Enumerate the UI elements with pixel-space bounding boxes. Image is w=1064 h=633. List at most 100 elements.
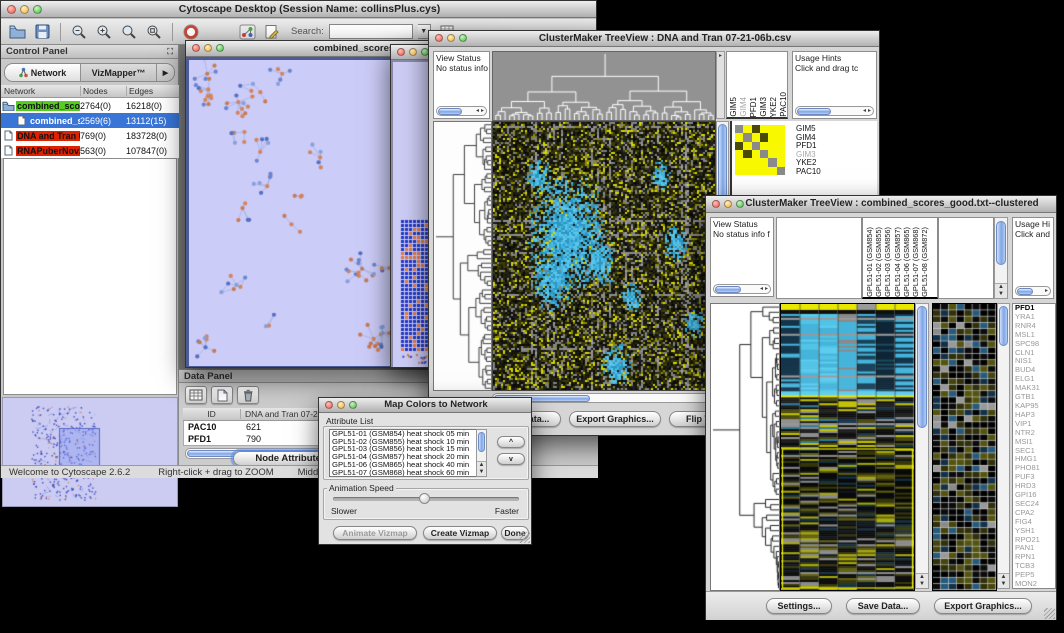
gene-label[interactable]: SEC24: [1015, 500, 1055, 509]
gene-label[interactable]: BUD4: [1015, 366, 1055, 375]
scroll-up-icon[interactable]: ▲: [995, 284, 1007, 291]
search-input[interactable]: [329, 24, 413, 39]
network-list-row[interactable]: combined_sco 2569(6) 13112(15): [1, 113, 179, 128]
gene-label[interactable]: YRA1: [1015, 313, 1055, 322]
close-button[interactable]: [192, 44, 200, 52]
gene-label[interactable]: YSH1: [1015, 527, 1055, 536]
export-graphics-button[interactable]: Export Graphics...: [934, 598, 1032, 614]
usage-hints-scrollbar[interactable]: ▸: [1015, 286, 1051, 296]
resize-grip[interactable]: [519, 532, 530, 543]
gene-label[interactable]: CLN1: [1015, 349, 1055, 358]
gene-label[interactable]: SPC98: [1015, 340, 1055, 349]
attribute-list-item[interactable]: GPL51-01 (GSM854) heat shock 05 min: [330, 430, 486, 438]
scroll-down-icon[interactable]: ▼: [916, 581, 928, 588]
close-button[interactable]: [7, 5, 16, 14]
combined-column-label[interactable]: GPL51-04 (GSM857): [893, 227, 902, 297]
zoom-button[interactable]: [216, 44, 224, 52]
scroll-down-icon[interactable]: ▼: [998, 581, 1009, 588]
minimize-button[interactable]: [409, 48, 417, 56]
zoom-fit-icon[interactable]: [144, 22, 164, 42]
dna-mini-heatmap[interactable]: [735, 125, 785, 175]
scroll-up-icon[interactable]: ▲: [916, 574, 928, 581]
vizmapper-icon[interactable]: [237, 22, 257, 42]
dna-column-label[interactable]: PAC10: [779, 92, 788, 117]
scrollbar-thumb[interactable]: [478, 432, 485, 452]
combined-column-label[interactable]: GPL51-06 (GSM865): [902, 227, 911, 297]
combined-column-label[interactable]: GPL51-07 (GSM868): [911, 227, 920, 297]
dna-column-label[interactable]: PFD1: [749, 97, 758, 117]
gene-label[interactable]: PEP5: [1015, 571, 1055, 580]
tab-overflow-arrow[interactable]: ▶: [157, 64, 174, 81]
table-mode-icon[interactable]: [185, 386, 207, 404]
combined-zoom-heatmap-canvas[interactable]: [932, 303, 997, 591]
save-session-icon[interactable]: [32, 22, 52, 42]
minimize-button[interactable]: [20, 5, 29, 14]
combined-labels-vscrollbar[interactable]: ▲▼: [994, 217, 1008, 299]
close-button[interactable]: [712, 200, 720, 208]
gene-label[interactable]: MSL1: [1015, 331, 1055, 340]
annotation-icon[interactable]: [262, 22, 282, 42]
zoom-button[interactable]: [736, 200, 744, 208]
zoom-button[interactable]: [349, 401, 357, 409]
open-session-icon[interactable]: [7, 22, 27, 42]
birdseye-canvas[interactable]: [3, 398, 177, 506]
tab-vizmapper[interactable]: VizMapper™: [81, 64, 157, 81]
gene-label[interactable]: PUF3: [1015, 473, 1055, 482]
dna-row-dendrogram-canvas[interactable]: [433, 121, 492, 391]
combined-genelist-vscrollbar[interactable]: ▲▼: [997, 303, 1010, 589]
close-button[interactable]: [397, 48, 405, 56]
view-status-scrollbar[interactable]: ◂▸: [436, 106, 487, 116]
move-down-button[interactable]: v: [497, 453, 525, 465]
scroll-up-icon[interactable]: ▲: [998, 574, 1009, 581]
scroll-down-icon[interactable]: ▼: [995, 291, 1007, 298]
gene-label[interactable]: PHO81: [1015, 464, 1055, 473]
minimize-button[interactable]: [204, 44, 212, 52]
gene-label[interactable]: TCB3: [1015, 562, 1055, 571]
attribute-list-item[interactable]: GPL51-04 (GSM857) heat shock 20 min: [330, 453, 486, 461]
gene-label[interactable]: HMG1: [1015, 455, 1055, 464]
scrollbar-thumb[interactable]: [917, 306, 927, 428]
gene-label[interactable]: PFD1: [1015, 304, 1055, 313]
dna-column-label[interactable]: GIM4: [739, 97, 748, 117]
gene-label[interactable]: SEC1: [1015, 447, 1055, 456]
slider-thumb[interactable]: [419, 493, 430, 504]
attribute-list-item[interactable]: GPL51-03 (GSM856) heat shock 15 min: [330, 445, 486, 453]
dialog-titlebar[interactable]: Map Colors to Network: [319, 398, 531, 413]
scroll-up-icon[interactable]: ▲: [477, 462, 486, 469]
combined-column-label[interactable]: GPL51-08 (GSM872): [920, 227, 929, 297]
combined-column-label[interactable]: GPL51-03 (GSM856): [883, 227, 892, 297]
gene-label[interactable]: MSI1: [1015, 438, 1055, 447]
network-list-row[interactable]: combined_scores 2764(0) 16218(0): [1, 98, 179, 113]
combined-row-dendrogram-canvas[interactable]: [710, 303, 780, 591]
dna-splitter-strip[interactable]: ▸: [716, 51, 725, 119]
gene-label[interactable]: GPI16: [1015, 491, 1055, 500]
main-titlebar[interactable]: Cytoscape Desktop (Session Name: collins…: [1, 1, 596, 18]
network-list-row[interactable]: RNAPuberNov2+I 563(0) 107847(0): [1, 143, 179, 158]
new-document-icon[interactable]: [211, 386, 233, 404]
view-status-scrollbar[interactable]: ◂▸: [713, 284, 771, 294]
gene-label[interactable]: RPN1: [1015, 553, 1055, 562]
gene-label[interactable]: CPA2: [1015, 509, 1055, 518]
gene-label[interactable]: HRD3: [1015, 482, 1055, 491]
gene-label[interactable]: NIS1: [1015, 357, 1055, 366]
combined-column-label[interactable]: GPL51-01 (GSM854): [865, 227, 874, 297]
dna-column-label[interactable]: GIM3: [759, 97, 768, 117]
animate-vizmap-button[interactable]: Animate Vizmap: [333, 526, 417, 540]
resize-grip[interactable]: [1044, 608, 1055, 619]
gene-label[interactable]: PAC10: [796, 168, 876, 177]
delete-icon[interactable]: [237, 386, 259, 404]
animation-speed-slider[interactable]: [333, 497, 519, 501]
gene-label[interactable]: VIP1: [1015, 420, 1055, 429]
gene-label[interactable]: FIG4: [1015, 518, 1055, 527]
tab-network[interactable]: Network: [5, 64, 81, 81]
combined-column-dendrogram-area[interactable]: [776, 217, 862, 299]
usage-hints-scrollbar[interactable]: ◂▸: [795, 106, 874, 116]
attribute-list-vscrollbar[interactable]: ▲▼: [476, 429, 487, 477]
create-vizmap-button[interactable]: Create Vizmap: [423, 526, 497, 540]
gene-label[interactable]: MAK31: [1015, 384, 1055, 393]
gene-label[interactable]: HAP3: [1015, 411, 1055, 420]
scrollbar-thumb[interactable]: [996, 221, 1006, 265]
settings-button[interactable]: Settings...: [766, 598, 832, 614]
attribute-list-item[interactable]: GPL51-07 (GSM868) heat shock 60 min: [330, 469, 486, 477]
combined-heatmap-vscrollbar[interactable]: ▲▼: [915, 303, 929, 589]
